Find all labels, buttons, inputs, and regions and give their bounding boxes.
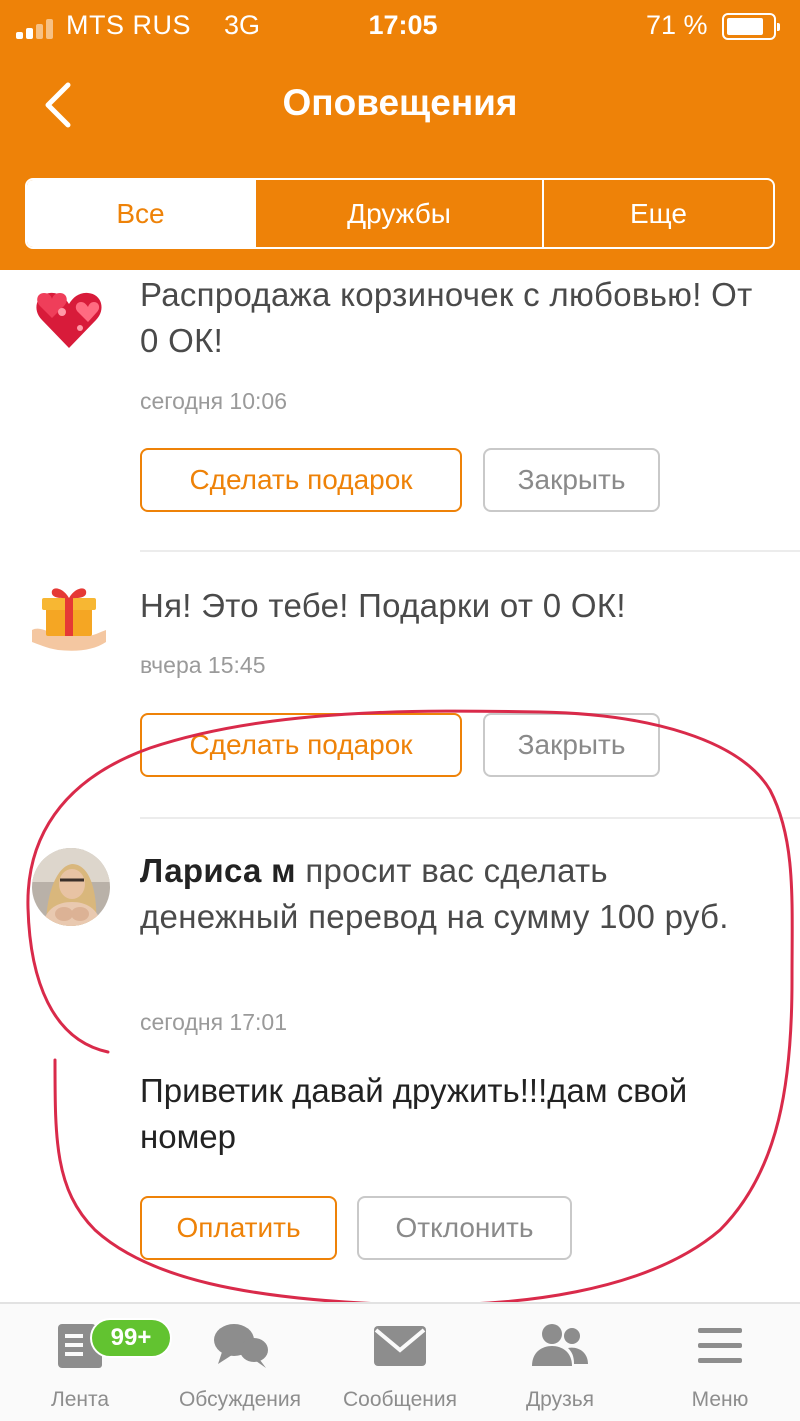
battery-icon <box>722 13 780 40</box>
envelope-icon <box>368 1318 432 1374</box>
divider <box>140 817 800 819</box>
chevron-left-icon <box>45 82 71 128</box>
carrier-name: MTS RUS <box>66 10 191 40</box>
nav-label: Друзья <box>525 1388 595 1411</box>
make-gift-button[interactable]: Сделать подарок <box>140 713 462 777</box>
close-button[interactable]: Закрыть <box>483 713 660 777</box>
nav-label: Лента <box>50 1388 110 1411</box>
user-avatar[interactable] <box>32 848 110 926</box>
clock: 17:05 <box>368 10 438 40</box>
nav-friends[interactable]: Друзья <box>480 1304 640 1421</box>
tab-all[interactable]: Все <box>27 180 254 247</box>
nav-feed[interactable]: 99+ Лента <box>0 1304 172 1421</box>
tab-friendships[interactable]: Дружбы <box>254 180 542 247</box>
app-header: MTS RUS 3G 17:05 71 % Оповещения Все Дру… <box>0 0 800 270</box>
nav-label: Меню <box>691 1388 749 1411</box>
hearts-icon <box>28 278 110 360</box>
notification-time: сегодня 10:06 <box>140 388 287 414</box>
pay-button[interactable]: Оплатить <box>140 1196 337 1260</box>
notification-text: Ня! Это тебе! Подарки от 0 ОК! <box>140 587 626 624</box>
signal-strength-icon <box>16 15 62 39</box>
nav-menu[interactable]: Меню <box>640 1304 800 1421</box>
network-type: 3G <box>224 10 261 40</box>
transfer-request-text: Лариса м просит вас сделать денежный пер… <box>140 848 770 940</box>
request-message: Приветик давай дружить!!!дам свой номер <box>140 1072 688 1155</box>
close-button[interactable]: Закрыть <box>483 448 660 512</box>
bottom-navigation: 99+ Лента Обсуждения Сообщения Друзья Ме… <box>0 1302 800 1421</box>
notification-text: Распродажа корзиночек с любовью! От 0 ОК… <box>140 276 753 359</box>
status-bar: MTS RUS 3G 17:05 71 % <box>0 0 800 54</box>
notification-time: сегодня 17:01 <box>140 1009 287 1035</box>
page-title: Оповещения <box>282 82 518 123</box>
nav-label: Обсуждения <box>178 1388 302 1411</box>
make-gift-button[interactable]: Сделать подарок <box>140 448 462 512</box>
battery-percent: 71 % <box>646 10 708 40</box>
friends-icon <box>528 1318 592 1374</box>
sender-name[interactable]: Лариса м <box>140 852 296 889</box>
nav-messages[interactable]: Сообщения <box>320 1304 480 1421</box>
notification-time: вчера 15:45 <box>140 652 266 678</box>
decline-button[interactable]: Отклонить <box>357 1196 572 1260</box>
tab-bar: Все Дружбы Еще <box>25 178 775 249</box>
nav-label: Сообщения <box>343 1388 457 1411</box>
discussions-icon <box>208 1318 272 1374</box>
back-button[interactable] <box>30 75 90 135</box>
divider <box>140 550 800 552</box>
tab-more[interactable]: Еще <box>542 180 773 247</box>
nav-discussions[interactable]: Обсуждения <box>160 1304 320 1421</box>
menu-icon <box>688 1318 752 1374</box>
gift-in-hand-icon <box>28 578 110 660</box>
